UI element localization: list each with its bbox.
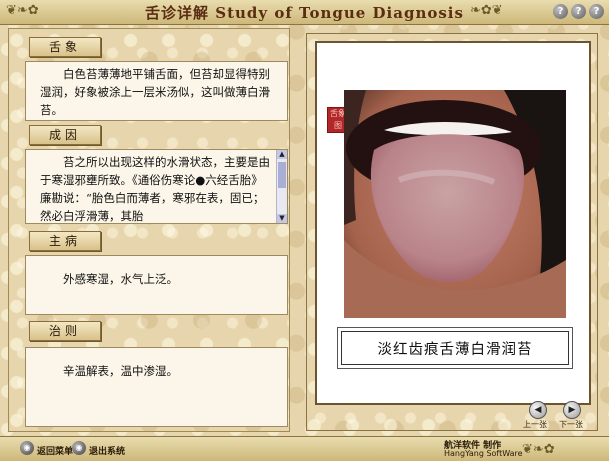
cause-text: 苔之所以出现这样的水滑状态，主要是由于寒湿邪壅所致。《通俗伤寒论●六经舌胎》廉勘… — [40, 155, 270, 223]
window-title: 舌诊详解 Study of Tongue Diagnosis — [145, 4, 464, 22]
indication-text: 外感寒湿，水气上泛。 — [63, 272, 178, 286]
close-button[interactable]: ? — [589, 4, 604, 19]
exit-icon[interactable]: ◉ — [72, 441, 86, 455]
caption-box: 淡红齿痕舌薄白滑润苔 — [341, 331, 569, 365]
minimize-button[interactable]: ? — [553, 4, 568, 19]
scroll-down-icon[interactable]: ▼ — [277, 214, 287, 223]
ornament-right-icon: ❧✿❦ — [470, 3, 503, 18]
scroll-up-icon[interactable]: ▲ — [277, 150, 287, 159]
return-menu-button[interactable]: 返回菜单 — [37, 444, 73, 457]
tongue-appearance-text: 白色苔薄薄地平铺舌面，但苔却显得特别湿润，好象被涂上一层米汤似，这叫做薄白滑苔。 — [40, 67, 270, 117]
next-image-button[interactable]: ▶ — [563, 401, 581, 419]
prev-image-label[interactable]: 上一张 — [523, 419, 547, 430]
section-heading-tongue-appearance[interactable]: 舌象 — [29, 37, 101, 57]
indication-text-box: 外感寒湿，水气上泛。 — [25, 255, 288, 315]
tongue-photo — [344, 90, 566, 318]
cause-text-box: 苔之所以出现这样的水滑状态，主要是由于寒湿邪壅所致。《通俗伤寒论●六经舌胎》廉勘… — [25, 149, 288, 224]
next-image-label[interactable]: 下一张 — [559, 419, 583, 430]
treatment-text: 辛温解表，温中渗湿。 — [63, 364, 178, 378]
treatment-text-box: 辛温解表，温中渗湿。 — [25, 347, 288, 427]
cause-scrollbar[interactable]: ▲ ▼ — [276, 150, 287, 223]
image-panel: 舌象图 淡红齿痕舌薄白滑润苔 ◀ ▶ 上一张 下一张 — [306, 33, 598, 431]
exit-system-button[interactable]: 退出系统 — [89, 444, 125, 457]
tongue-photo-icon — [344, 90, 566, 318]
footer-ornament-icon: ❦❧✿ — [522, 442, 555, 457]
tongue-appearance-text-box: 白色苔薄薄地平铺舌面，但苔却显得特别湿润，好象被涂上一层米汤似，这叫做薄白滑苔。 — [25, 61, 288, 121]
tongue-caption: 淡红齿痕舌薄白滑润苔 — [377, 342, 533, 358]
credit-line-2: HangYang SoftWare — [444, 449, 523, 458]
description-panel: 舌象 白色苔薄薄地平铺舌面，但苔却显得特别湿润，好象被涂上一层米汤似，这叫做薄白… — [8, 28, 290, 432]
section-heading-indication[interactable]: 主病 — [29, 231, 101, 251]
footer-bar: ◉ 返回菜单 ◉ 退出系统 航洋软件 制作 HangYang SoftWare … — [0, 436, 609, 461]
scroll-thumb[interactable] — [278, 162, 286, 188]
section-heading-cause[interactable]: 成因 — [29, 125, 101, 145]
photo-frame: 舌象图 淡红齿痕舌薄白滑润苔 — [315, 41, 591, 405]
prev-image-button[interactable]: ◀ — [529, 401, 547, 419]
section-heading-treatment[interactable]: 治则 — [29, 321, 101, 341]
help-button[interactable]: ? — [571, 4, 586, 19]
title-bar: ❦❧✿ 舌诊详解 Study of Tongue Diagnosis ❧✿❦ ?… — [0, 0, 609, 25]
menu-icon[interactable]: ◉ — [20, 441, 34, 455]
